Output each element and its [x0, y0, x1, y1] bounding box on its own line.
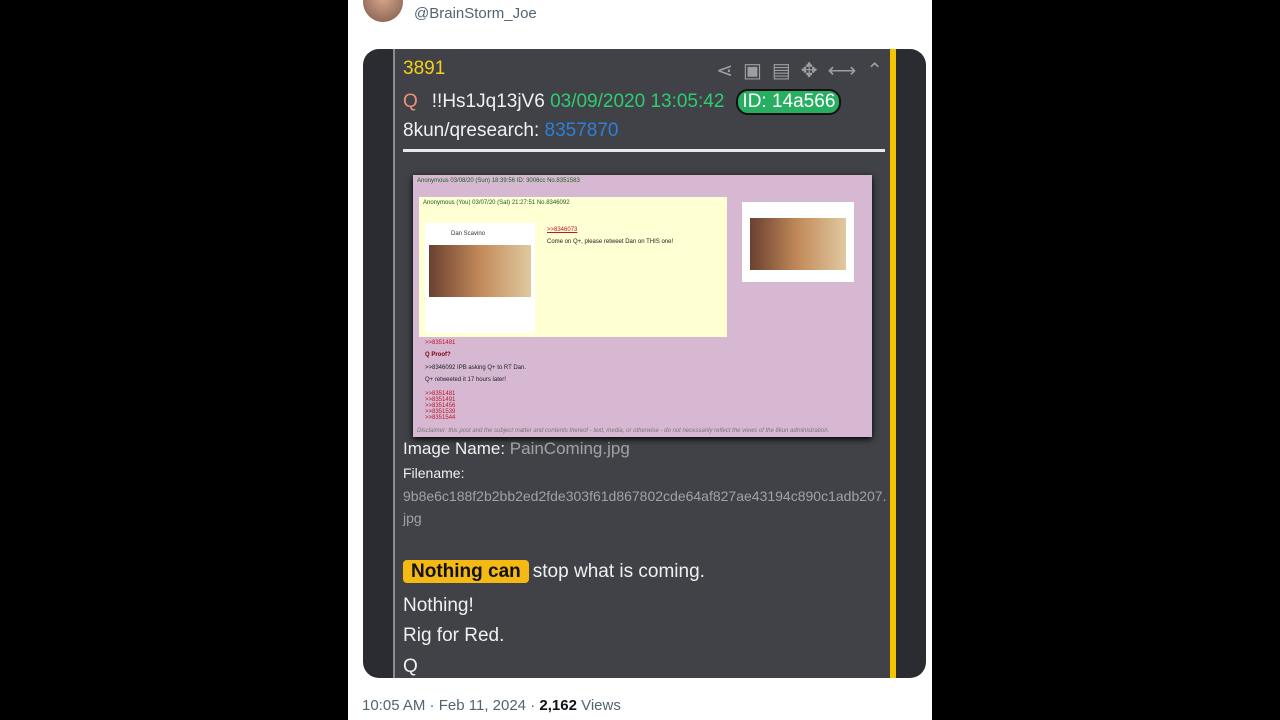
filename-label: Filename:	[403, 465, 465, 481]
post-datetime: 03/09/2020 13:05:42	[550, 91, 725, 112]
tweet-name: Dan Scavino	[451, 231, 486, 237]
embedded-reply: Anonymous (You) 03/07/20 (Sat) 21:27:51 …	[419, 197, 727, 337]
user-handle[interactable]: @BrainStorm_Joe	[414, 5, 537, 22]
highlighted-text: Nothing can	[403, 560, 529, 583]
message-line-1: Nothing can stop what is coming.	[403, 560, 705, 583]
message-line-3: Rig for Red.	[403, 625, 505, 646]
post-id-badge: ID: 14a566	[736, 89, 842, 115]
q-post: 3891 ⋖ ▣ ▤ ✥ ⟷ ⌃ Q !!Hs1Jq13jV6 03/09/202…	[393, 49, 893, 678]
view-count: 2,162	[539, 697, 577, 714]
chevron-up-circle-icon[interactable]: ⌃	[866, 58, 883, 83]
ask-text: >>8346092 IPB asking Q+ to RT Dan.	[425, 365, 527, 371]
message-line-2: Nothing!	[403, 595, 474, 616]
separator: ·	[425, 697, 439, 714]
divider	[403, 149, 885, 152]
share-icon[interactable]: ⋖	[716, 58, 733, 83]
disclaimer: Disclaimer: this post and the subject ma…	[417, 428, 830, 434]
embedded-tweet-2	[742, 202, 854, 282]
message-text: stop what is coming.	[532, 561, 705, 582]
tripcode: !!Hs1Jq13jV6	[431, 91, 545, 112]
avatar[interactable]	[363, 0, 403, 22]
image-name: PainComing.jpg	[509, 439, 630, 458]
embedded-header: Anonymous 03/08/20 (Sun) 18:39:56 ID: 30…	[417, 178, 580, 184]
reply-link[interactable]: >>8351481	[425, 340, 455, 346]
separator: ·	[526, 697, 540, 714]
retweet-text: Q+ retweeted it 17 hours later!	[425, 377, 506, 383]
tweet-image[interactable]: 3891 ⋖ ▣ ▤ ✥ ⟷ ⌃ Q !!Hs1Jq13jV6 03/09/202…	[363, 49, 926, 678]
meme-image	[429, 245, 531, 297]
board-label: 8kun/qresearch:	[403, 120, 540, 141]
clipboard-check-icon[interactable]: ▣	[743, 58, 762, 83]
arrows-horizontal-icon[interactable]: ⟷	[828, 58, 857, 83]
embedded-screenshot[interactable]: Anonymous 03/08/20 (Sun) 18:39:56 ID: 30…	[413, 175, 872, 437]
image-name-line: Image Name: PainComing.jpg	[403, 439, 630, 459]
post-number: 3891	[403, 58, 446, 79]
move-icon[interactable]: ✥	[801, 58, 818, 83]
signature: Q	[403, 656, 418, 677]
reply-link[interactable]: >>8351544	[425, 415, 455, 421]
tweet-time[interactable]: 10:05 AM	[362, 697, 425, 714]
proof-text: Q Proof?	[425, 352, 451, 358]
tweet-footer: 10:05 AM · Feb 11, 2024 · 2,162 Views	[362, 697, 621, 714]
image-name-label: Image Name:	[403, 439, 506, 458]
reply-link[interactable]: >>8346073	[547, 227, 577, 233]
post-meta: Q !!Hs1Jq13jV6 03/09/2020 13:05:42 ID: 14a…	[403, 89, 842, 115]
filename: 9b8e6c188f2b2bb2ed2fde303f61d867802cde64…	[403, 488, 887, 526]
views-label: Views	[576, 697, 621, 714]
reply-comment: Come on Q+, please retweet Dan on THIS o…	[547, 239, 674, 245]
image-file-icon[interactable]: ▤	[772, 58, 791, 83]
meme-image-2	[750, 218, 846, 270]
post-link[interactable]: 8357870	[545, 120, 619, 141]
tweet-page: @BrainStorm_Joe 3891 ⋖ ▣ ▤ ✥ ⟷ ⌃ Q !!Hs1J…	[348, 0, 932, 720]
post-toolbar: ⋖ ▣ ▤ ✥ ⟷ ⌃	[716, 58, 883, 83]
accent-bar	[890, 49, 896, 678]
tweet-date[interactable]: Feb 11, 2024	[439, 697, 526, 714]
author: Q	[403, 91, 418, 112]
reply-header: Anonymous (You) 03/07/20 (Sat) 21:27:51 …	[423, 200, 570, 206]
embedded-tweet: Dan Scavino	[425, 223, 535, 333]
board-line: 8kun/qresearch: 8357870	[403, 120, 619, 142]
